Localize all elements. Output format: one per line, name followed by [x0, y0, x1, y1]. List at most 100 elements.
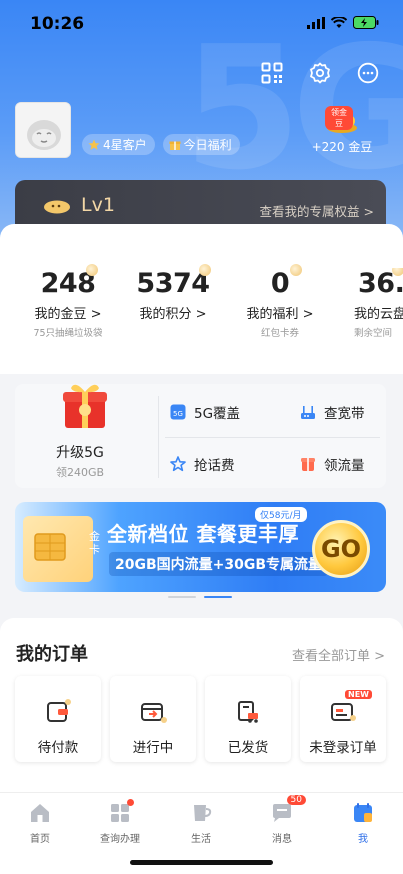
tab-me[interactable]: 我	[323, 801, 403, 845]
service-broadband[interactable]: 查宽带	[300, 402, 365, 422]
view-all-orders-link[interactable]: 查看全部订单 >	[292, 645, 385, 664]
in-progress-icon	[141, 703, 167, 723]
tab-life[interactable]: 生活	[161, 801, 241, 845]
gold-badge: 领金豆	[325, 106, 353, 130]
service-panel: 升级5G 领240GB 5G 5G覆盖 查宽带 抢话费 领流量	[15, 384, 386, 488]
cup-icon	[194, 805, 212, 821]
service-label: 查宽带	[324, 406, 365, 422]
tab-home[interactable]: 首页	[0, 801, 80, 845]
sparkle-dot	[290, 264, 302, 276]
divider	[158, 396, 159, 478]
default-avatar-icon	[16, 103, 70, 157]
header-actions	[259, 60, 381, 86]
home-icon	[31, 804, 49, 822]
stat-welfare[interactable]: 0 我的福利 > 红包卡券	[232, 264, 328, 339]
stat-label: 我的金豆 >	[34, 307, 102, 322]
upgrade-title: 升级5G	[56, 445, 104, 461]
gold-bean-widget[interactable]: 领金豆 +220 金豆	[307, 106, 377, 155]
wifi-icon	[331, 16, 347, 28]
stat-sub: 剩余空间	[354, 328, 393, 339]
broadband-icon	[301, 406, 315, 419]
stat-label: 我的福利 >	[246, 307, 314, 322]
tab-query[interactable]: 查询办理	[80, 799, 160, 845]
order-label: 进行中	[132, 740, 174, 756]
promo-banner[interactable]: 金卡 仅58元/月 全新档位 套餐更丰厚 20GB国内流量+30GB专属流量 G…	[15, 502, 386, 592]
delivery-truck-icon	[238, 701, 258, 723]
order-in-progress[interactable]: 进行中	[110, 676, 196, 762]
notification-dot	[127, 799, 134, 806]
sparkle-dot	[86, 264, 98, 276]
daily-welfare-chip[interactable]: 今日福利	[162, 134, 240, 155]
service-5g-coverage[interactable]: 5G 5G覆盖	[170, 402, 240, 422]
chip-label: 今日福利	[183, 138, 232, 152]
wallet-icon	[47, 699, 71, 722]
stat-sub: 红包卡券	[260, 328, 299, 339]
service-grab-credit[interactable]: 抢话费	[170, 454, 235, 474]
status-time: 10:26	[30, 14, 85, 34]
tab-messages[interactable]: 50 消息	[242, 795, 322, 845]
stat-label: 我的云盘	[354, 307, 403, 322]
divider	[165, 437, 380, 438]
banner-sub: 20GB国内流量+30GB专属流量	[109, 552, 329, 576]
stat-cloud-drive[interactable]: 36.6 我的云盘 剩余空间	[346, 268, 403, 339]
sim-chip-icon	[34, 533, 66, 561]
service-claim-data[interactable]: 领流量	[300, 454, 365, 474]
upgrade-sub: 领240GB	[55, 466, 105, 479]
level-label: Lv1	[81, 194, 115, 216]
tab-label: 消息	[272, 834, 292, 845]
order-shipped[interactable]: 已发货	[205, 676, 291, 762]
chip-label: 4星客户	[103, 138, 147, 152]
profile-chips: 4星客户 今日福利	[82, 134, 240, 155]
message-count-badge: 50	[286, 795, 306, 805]
sim-card-label: 金卡	[89, 530, 100, 556]
sim-card-graphic	[23, 516, 93, 582]
banner-pager	[168, 596, 232, 598]
5g-signal-icon: 5G	[170, 404, 186, 420]
traffic-package-icon	[301, 458, 315, 471]
cellular-signal-icon	[307, 16, 325, 29]
home-indicator	[130, 860, 273, 865]
avatar[interactable]	[15, 102, 71, 158]
stat-value: 248	[40, 268, 96, 299]
order-label: 待付款	[37, 740, 79, 756]
svg-text:5G: 5G	[173, 410, 183, 418]
scan-qr-button[interactable]	[259, 60, 285, 86]
star-icon	[88, 139, 100, 150]
go-button[interactable]: GO	[312, 520, 370, 578]
tab-label: 首页	[30, 834, 50, 845]
order-not-logged-in[interactable]: NEW 未登录订单	[300, 676, 386, 762]
red-gift-box-icon	[63, 384, 107, 428]
order-label: 已发货	[227, 740, 269, 756]
tab-label: 查询办理	[100, 834, 140, 845]
pager-dot-active	[204, 596, 232, 598]
tab-label: 生活	[191, 834, 211, 845]
bean-mascot-icon	[44, 200, 70, 214]
order-label: 未登录订单	[309, 740, 377, 756]
stat-sub: 75只抽绳垃圾袋	[33, 328, 103, 339]
chat-bubble-icon	[357, 62, 379, 84]
service-label: 抢话费	[194, 458, 235, 474]
stat-label: 我的积分 >	[139, 307, 207, 322]
me-icon	[354, 803, 372, 822]
star-customer-chip[interactable]: 4星客户	[82, 134, 155, 155]
status-bar: 10:26	[0, 0, 403, 50]
gold-amount: +220 金豆	[311, 140, 373, 154]
banner-headline: 全新档位 套餐更丰厚	[107, 522, 299, 546]
sparkle-dot	[199, 264, 211, 276]
stat-gold-beans[interactable]: 248 我的金豆 > 75只抽绳垃圾袋	[20, 264, 116, 339]
stat-value: 0	[270, 268, 290, 299]
messages-button[interactable]	[355, 60, 381, 86]
gift-box-icon	[169, 141, 181, 150]
tab-label: 我	[358, 834, 368, 845]
sparkle-dot	[392, 268, 403, 276]
exclusive-rights-link[interactable]: 查看我的专属权益 >	[260, 201, 374, 220]
service-label: 5G覆盖	[194, 406, 241, 422]
stat-points[interactable]: 5374 我的积分 >	[125, 264, 221, 325]
order-pending-payment[interactable]: 待付款	[15, 676, 101, 762]
settings-button[interactable]	[307, 60, 333, 86]
upgrade-5g-entry[interactable]: 升级5G 领240GB	[15, 384, 145, 488]
star-outline-icon	[170, 456, 186, 472]
service-label: 领流量	[324, 458, 365, 474]
battery-charging-icon	[353, 16, 379, 29]
orders-title: 我的订单	[16, 644, 88, 665]
